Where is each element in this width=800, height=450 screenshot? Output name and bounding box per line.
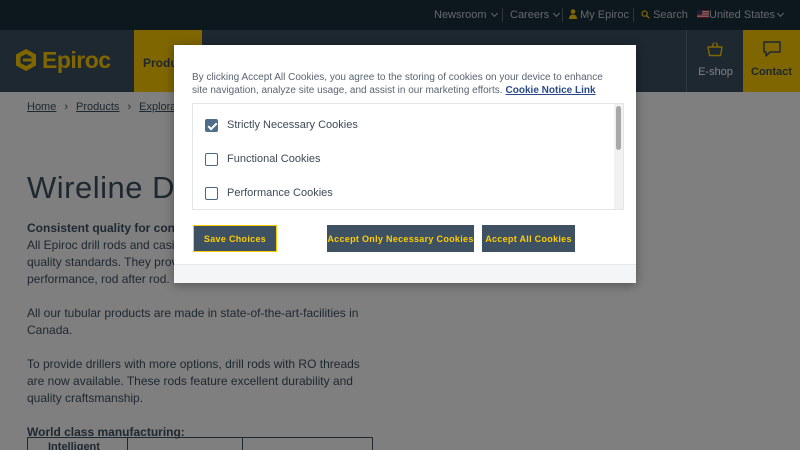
cookie-notice-link[interactable]: Cookie Notice Link	[506, 85, 596, 96]
cookie-category-list: Strictly Necessary Cookies Functional Co…	[192, 103, 624, 210]
accept-all-button[interactable]: Accept All Cookies	[482, 225, 575, 252]
checkbox-strictly-necessary[interactable]	[205, 118, 218, 132]
cookie-category-strictly-necessary[interactable]: Strictly Necessary Cookies	[205, 117, 358, 133]
category-label: Strictly Necessary Cookies	[227, 119, 358, 131]
accept-necessary-button[interactable]: Accept Only Necessary Cookies	[327, 225, 474, 252]
save-choices-button[interactable]: Save Choices	[193, 225, 277, 252]
cookie-consent-dialog: By clicking Accept All Cookies, you agre…	[174, 45, 636, 283]
checkbox-functional[interactable]	[205, 152, 218, 166]
cookie-notice-text: By clicking Accept All Cookies, you agre…	[192, 71, 616, 97]
cookie-category-functional[interactable]: Functional Cookies	[205, 151, 321, 167]
category-list-scrollbar[interactable]	[614, 104, 623, 209]
dialog-footer	[174, 264, 636, 283]
scrollbar-thumb[interactable]	[616, 106, 621, 150]
cookie-category-performance[interactable]: Performance Cookies	[205, 185, 333, 201]
checkbox-performance[interactable]	[205, 186, 218, 200]
category-label: Functional Cookies	[227, 153, 321, 165]
category-label: Performance Cookies	[227, 187, 333, 199]
